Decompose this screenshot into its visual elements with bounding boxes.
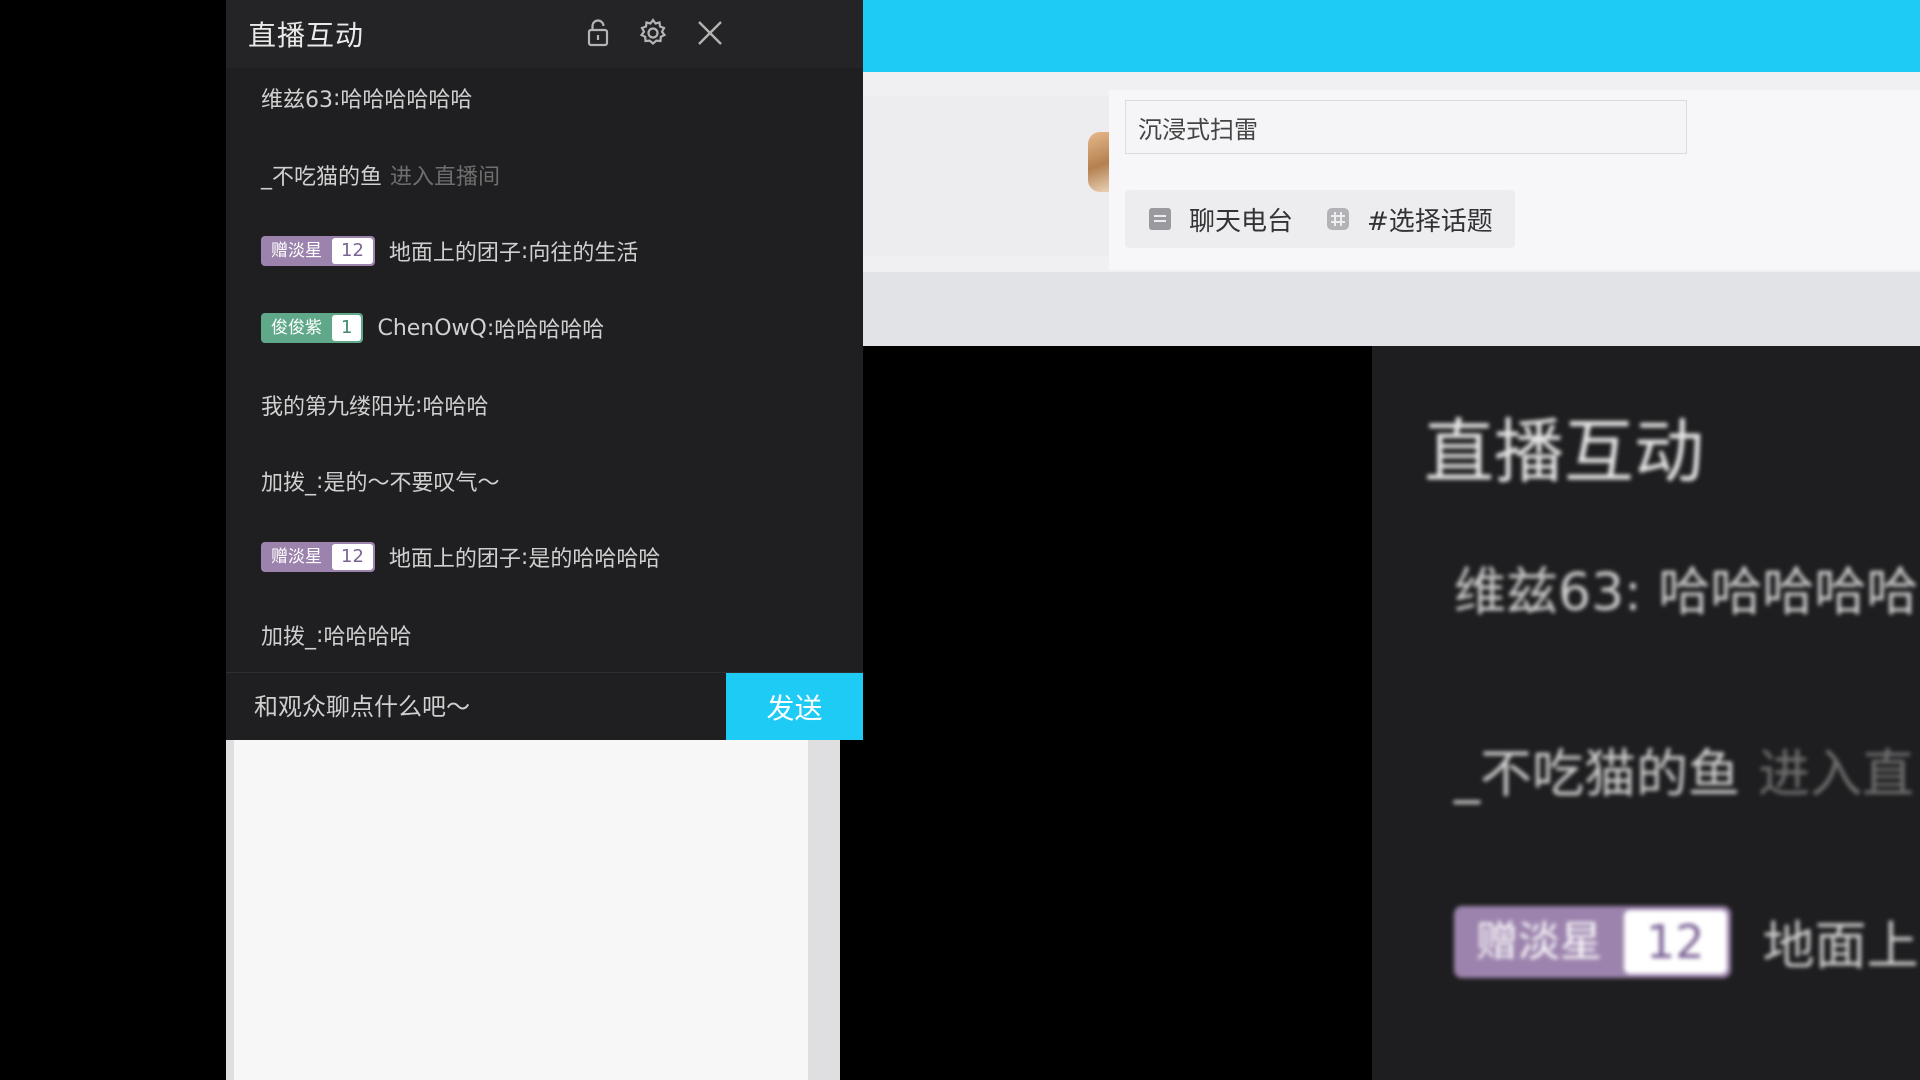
blurred-user: _不吃猫的鱼	[1454, 745, 1741, 805]
blurred-badge-name: 赠淡星	[1476, 916, 1603, 966]
message-text: 哈哈哈	[422, 395, 489, 420]
cover-avatar-image	[1088, 132, 1110, 192]
message-text: 向往的生活	[528, 241, 639, 266]
message-user[interactable]: 我的第九缕阳光	[261, 389, 415, 421]
system-notice: 进入直播间	[390, 165, 501, 190]
message-user[interactable]: 加拨_	[261, 465, 316, 497]
badge-name: 赠淡星	[271, 241, 322, 261]
stream-title-input[interactable]	[1125, 100, 1687, 154]
chat-message: 我的第九缕阳光: 哈哈哈	[261, 388, 488, 422]
message-text: 哈哈哈哈	[323, 625, 412, 650]
chat-message: 加拨_: 是的～不要叹气～	[261, 464, 499, 498]
chat-message: _不吃猫的鱼 进入直播间	[261, 158, 500, 192]
blurred-message-text: 地面上	[1762, 917, 1919, 977]
blurred-chat-preview: 直播互动 维兹63: 哈哈哈哈哈 _不吃猫的鱼 进入直 赠淡星 12 地面上	[1372, 346, 1920, 1080]
blurred-system-notice: 进入直	[1758, 745, 1915, 805]
badge-level: 1	[332, 315, 362, 341]
lock-icon[interactable]	[581, 16, 615, 50]
close-icon[interactable]	[693, 16, 727, 50]
send-button[interactable]: 发送	[726, 673, 863, 740]
blurred-badge-level: 12	[1624, 909, 1727, 974]
top-bar	[863, 0, 1920, 72]
message-text: 哈哈哈哈哈哈	[340, 88, 473, 113]
chat-input[interactable]	[226, 673, 726, 740]
fan-badge[interactable]: 赠淡星 12	[261, 236, 375, 266]
chat-message: 维兹63: 哈哈哈哈哈哈	[261, 81, 472, 115]
category-label: 聊天电台	[1189, 206, 1294, 237]
message-user[interactable]: _不吃猫的鱼	[261, 159, 382, 191]
message-user[interactable]: 地面上的团子	[389, 541, 521, 573]
blurred-message: 赠淡星 12 地面上	[1454, 904, 1919, 979]
stream-settings-area: 聊天电台 #选择话题	[863, 72, 1920, 272]
fan-badge[interactable]: 俊俊紫 1	[261, 313, 364, 343]
message-text: 是的哈哈哈哈	[528, 547, 661, 572]
stream-info-panel: 聊天电台 #选择话题	[1109, 90, 1920, 270]
badge-name: 俊俊紫	[271, 318, 322, 338]
gear-icon[interactable]	[636, 16, 670, 50]
blurred-fan-badge: 赠淡星 12	[1454, 905, 1731, 978]
blurred-message: _不吃猫的鱼 进入直	[1454, 732, 1914, 807]
blurred-message: 维兹63: 哈哈哈哈哈	[1454, 563, 1919, 623]
chat-input-row: 发送	[226, 672, 863, 740]
chat-title: 直播互动	[248, 19, 365, 52]
message-user[interactable]: 地面上的团子	[389, 235, 521, 267]
hashtag-icon	[1327, 208, 1349, 230]
category-icon	[1149, 208, 1171, 230]
category-button[interactable]: 聊天电台	[1125, 190, 1316, 248]
topic-label: #选择话题	[1367, 206, 1493, 237]
message-user[interactable]: 加拨_	[261, 619, 316, 651]
message-user[interactable]: ChenOwQ	[377, 316, 486, 341]
chat-header: 直播互动	[226, 0, 863, 68]
chat-message: 赠淡星 12 地面上的团子: 是的哈哈哈哈	[261, 540, 660, 574]
blank-area	[226, 740, 840, 1080]
badge-name: 赠淡星	[271, 547, 322, 567]
badge-level: 12	[332, 544, 373, 570]
chat-message: 赠淡星 12 地面上的团子: 向往的生活	[261, 234, 638, 268]
message-text: 是的～不要叹气～	[323, 471, 500, 496]
chat-message: 俊俊紫 1 ChenOwQ: 哈哈哈哈哈	[261, 311, 604, 345]
live-chat-panel: 直播互动 维兹63: 哈哈哈哈哈哈 _不吃猫的鱼 进入直播间 赠淡星 12 地面…	[226, 0, 863, 740]
blurred-title: 直播互动	[1424, 411, 1704, 493]
chat-message: 加拨_: 哈哈哈哈	[261, 618, 411, 652]
fan-badge[interactable]: 赠淡星 12	[261, 542, 375, 572]
topic-button[interactable]: #选择话题	[1303, 190, 1515, 248]
message-text: 哈哈哈哈哈	[494, 318, 605, 343]
badge-level: 12	[332, 238, 373, 264]
message-user[interactable]: 维兹63	[261, 82, 333, 114]
cover-thumbnail[interactable]	[863, 96, 1110, 256]
divider-strip	[863, 272, 1920, 346]
chat-message-list[interactable]: 维兹63: 哈哈哈哈哈哈 _不吃猫的鱼 进入直播间 赠淡星 12 地面上的团子: 向…	[226, 68, 863, 670]
blank-canvas	[234, 740, 808, 1080]
